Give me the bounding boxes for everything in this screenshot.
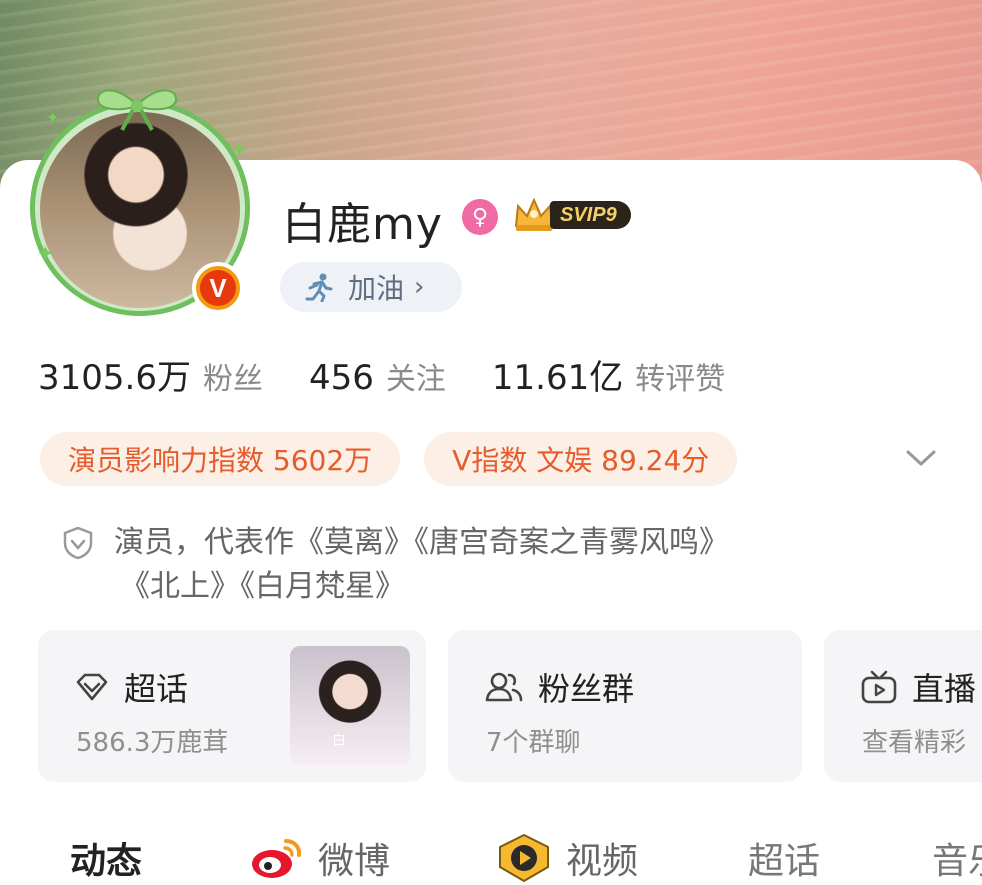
card-title: 直播 bbox=[860, 664, 976, 710]
video-icon bbox=[499, 833, 549, 883]
bio-line: 演员，代表作《莫离》《唐宫奇案之青雾风鸣》 bbox=[114, 525, 729, 560]
chevron-down-icon[interactable] bbox=[904, 446, 938, 470]
engagement-stat[interactable]: 11.61亿 转评赞 bbox=[492, 350, 725, 399]
tab-label: 微博 bbox=[318, 841, 391, 882]
profile-tabs: 动态 微博 视频 超话 音乐 bbox=[0, 822, 982, 885]
status-label: 加油 bbox=[348, 272, 405, 305]
stat-value: 456 bbox=[308, 358, 374, 398]
bio-line: 《北上》《白月梵星》 bbox=[120, 569, 405, 604]
card-title-text: 粉丝群 bbox=[538, 670, 635, 708]
following-stat[interactable]: 456 关注 bbox=[309, 354, 446, 398]
stat-label: 粉丝 bbox=[202, 362, 263, 397]
verified-badge: V bbox=[192, 262, 244, 314]
actor-influence-chip[interactable]: 演员影响力指数 5602万 bbox=[40, 432, 401, 486]
card-title: 粉丝群 bbox=[484, 664, 634, 710]
profile-stats: 3105.6万 粉丝 456 关注 11.61亿 转评赞 bbox=[38, 350, 771, 399]
stat-label: 关注 bbox=[385, 362, 446, 397]
running-icon bbox=[305, 273, 333, 302]
ribbon-decoration-icon bbox=[96, 89, 178, 131]
shield-icon bbox=[63, 526, 93, 560]
stat-label: 转评赞 bbox=[635, 362, 726, 397]
weibo-icon bbox=[252, 839, 302, 878]
live-card[interactable]: 直播 查看精彩 bbox=[824, 630, 982, 782]
tab-weibo[interactable]: 微博 bbox=[248, 832, 390, 884]
influence-chips: 演员影响力指数 5602万 V指数 文娱 89.24分 bbox=[40, 432, 761, 486]
tv-icon bbox=[861, 670, 897, 704]
tab-label: 音乐 bbox=[932, 841, 982, 882]
stat-value: 3105.6万 bbox=[38, 358, 191, 398]
sparkle-icon: ✦ bbox=[46, 108, 60, 127]
svip-badge[interactable]: SVIP9 bbox=[512, 196, 631, 234]
tab-videos[interactable]: 视频 bbox=[496, 832, 638, 884]
tab-posts[interactable]: 动态 bbox=[70, 832, 142, 884]
card-subtitle: 查看精彩 bbox=[862, 728, 967, 758]
v-index-chip[interactable]: V指数 文娱 89.24分 bbox=[424, 432, 738, 486]
svip-label: SVIP9 bbox=[550, 201, 631, 229]
card-subtitle: 7个群聊 bbox=[486, 728, 581, 758]
tab-supertopic[interactable]: 超话 bbox=[748, 832, 820, 884]
tab-music[interactable]: 音乐 bbox=[932, 832, 982, 884]
group-icon bbox=[485, 672, 523, 702]
fan-group-card[interactable]: 粉丝群 7个群聊 bbox=[448, 630, 802, 782]
tab-label: 超话 bbox=[748, 841, 821, 882]
card-subtitle: 586.3万鹿茸 bbox=[76, 728, 229, 758]
card-title-text: 直播 bbox=[912, 670, 977, 708]
supertopic-card[interactable]: 超话 586.3万鹿茸 白 bbox=[38, 630, 426, 782]
tab-label: 视频 bbox=[566, 841, 639, 882]
supertopic-thumbnail: 白 bbox=[290, 646, 410, 766]
card-title-text: 超话 bbox=[124, 670, 189, 708]
chevron-right-icon: › bbox=[414, 272, 425, 302]
profile-name: 白鹿my bbox=[282, 199, 443, 250]
diamond-icon bbox=[76, 673, 108, 701]
tab-label: 动态 bbox=[70, 841, 143, 882]
status-button[interactable]: 加油 › bbox=[280, 262, 462, 312]
female-icon: ♀ bbox=[462, 199, 498, 235]
card-title: 超话 bbox=[74, 664, 188, 710]
sparkle-icon: ✦ bbox=[36, 242, 55, 267]
stat-value: 11.61亿 bbox=[491, 358, 624, 398]
followers-stat[interactable]: 3105.6万 粉丝 bbox=[38, 350, 263, 399]
sparkle-icon: ✦ bbox=[230, 138, 249, 163]
thumbnail-mark: 白 bbox=[332, 733, 346, 749]
